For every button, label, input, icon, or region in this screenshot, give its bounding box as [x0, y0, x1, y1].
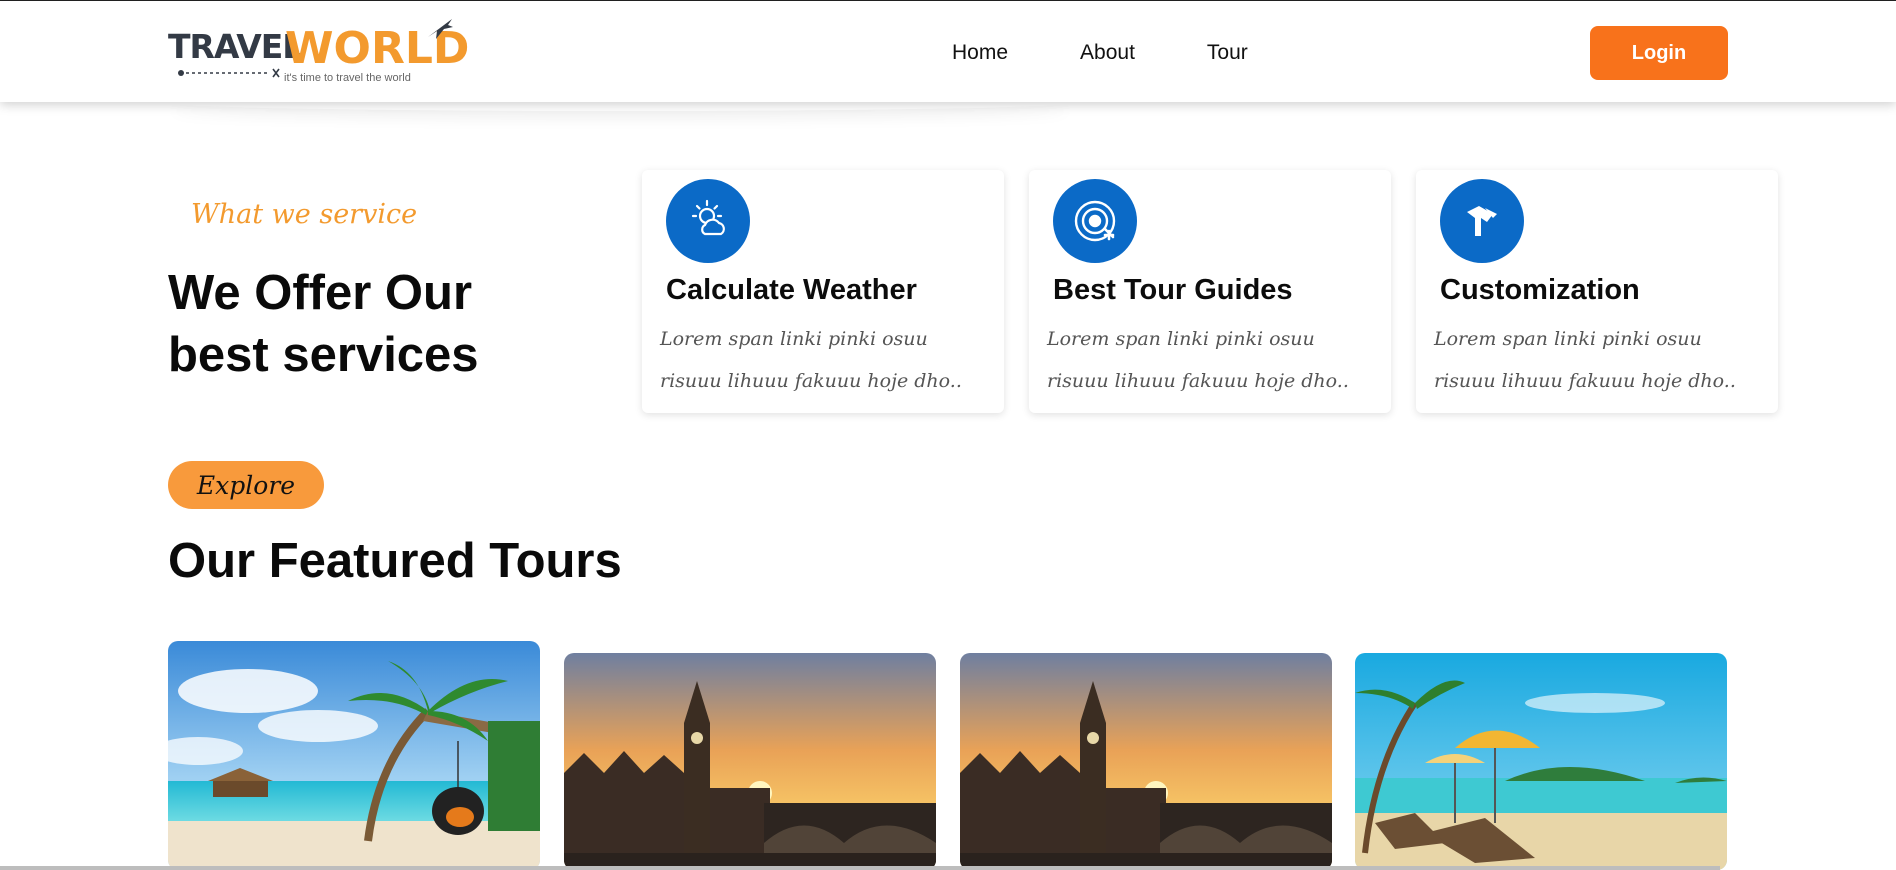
main-nav: Home About Tour [952, 41, 1248, 65]
london-big-ben-image [960, 653, 1332, 870]
beach-umbrella-image [1355, 653, 1727, 870]
airplane-icon [428, 19, 453, 39]
featured-tours-headline: Our Featured Tours [168, 534, 622, 588]
tour-card-image[interactable] [564, 653, 936, 870]
weather-icon [666, 179, 750, 263]
tour-card-image[interactable] [168, 641, 540, 870]
travelworld-logo[interactable]: TRAVEL WORLD it's time to travel the wor… [168, 17, 469, 87]
nav-tour[interactable]: Tour [1207, 41, 1248, 65]
tour-guide-icon [1053, 179, 1137, 263]
service-card-weather[interactable]: Calculate Weather Lorem span linki pinki… [642, 170, 1004, 413]
horizontal-scrollbar[interactable] [0, 866, 1720, 870]
card-title: Customization [1440, 274, 1640, 306]
service-card-tour-guides[interactable]: Best Tour Guides Lorem span linki pinki … [1029, 170, 1391, 413]
nav-home[interactable]: Home [952, 41, 1008, 65]
card-title: Best Tour Guides [1053, 274, 1293, 306]
tour-card-image[interactable] [960, 653, 1332, 870]
logo-travel-text: TRAVEL [168, 27, 303, 66]
services-headline-line2: best services [168, 328, 479, 382]
tour-card-image[interactable] [1355, 653, 1727, 870]
beach-palm-swing-image [168, 641, 540, 870]
customization-icon [1440, 179, 1524, 263]
services-headline-line1: We Offer Our [168, 266, 473, 320]
service-card-customization[interactable]: Customization Lorem span linki pinki osu… [1416, 170, 1778, 413]
services-eyebrow: What we service [191, 199, 418, 230]
explore-badge[interactable]: Explore [168, 461, 324, 509]
card-description: Lorem span linki pinki osuu risuuu lihuu… [660, 328, 962, 392]
card-description: Lorem span linki pinki osuu risuuu lihuu… [1434, 328, 1736, 392]
flight-path-icon [178, 68, 280, 78]
site-header: TRAVEL WORLD it's time to travel the wor… [0, 1, 1896, 102]
nav-about[interactable]: About [1080, 41, 1135, 65]
login-button[interactable]: Login [1590, 26, 1728, 80]
logo-tagline: it's time to travel the world [284, 72, 411, 84]
services-headline: We Offer Our best services [168, 262, 479, 386]
london-big-ben-image [564, 653, 936, 870]
card-description: Lorem span linki pinki osuu risuuu lihuu… [1047, 328, 1349, 392]
card-title: Calculate Weather [666, 274, 917, 306]
